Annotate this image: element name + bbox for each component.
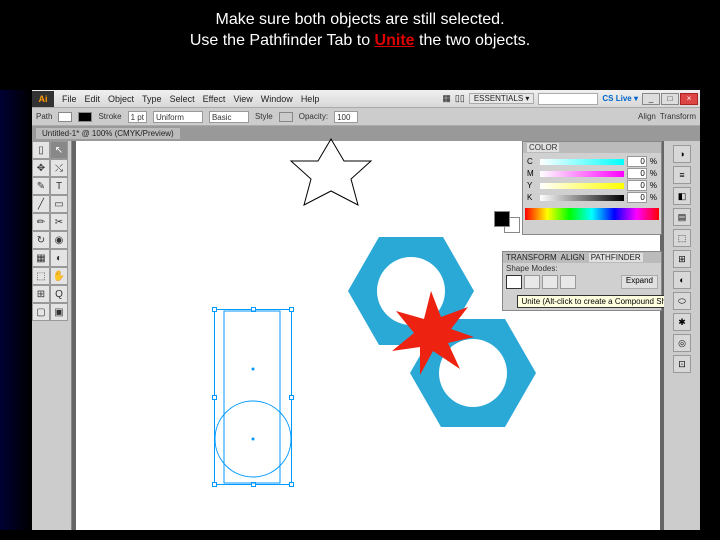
channel-value-Y[interactable]: 0 bbox=[627, 180, 647, 191]
channel-label-C: C bbox=[527, 157, 537, 166]
close-button[interactable]: × bbox=[680, 93, 698, 105]
expand-button[interactable]: Expand bbox=[621, 275, 658, 289]
brush-field[interactable]: Basic bbox=[209, 111, 249, 123]
slider-Y[interactable] bbox=[540, 183, 624, 189]
menu-file[interactable]: File bbox=[62, 94, 77, 104]
tool-15[interactable]: ✋ bbox=[50, 267, 68, 285]
dock-icon-6[interactable]: ◐ bbox=[673, 271, 691, 289]
dock-icon-8[interactable]: ✱ bbox=[673, 313, 691, 331]
dock-icon-3[interactable]: ▤ bbox=[673, 208, 691, 226]
channel-label-K: K bbox=[527, 193, 537, 202]
tool-10[interactable]: ↻ bbox=[32, 231, 50, 249]
document-tab[interactable]: Untitled-1* @ 100% (CMYK/Preview) bbox=[36, 128, 180, 139]
workspace-switcher[interactable]: ESSENTIALS ▾ bbox=[469, 93, 535, 104]
minus-front-button[interactable] bbox=[524, 275, 540, 289]
tool-13[interactable]: ◐ bbox=[50, 249, 68, 267]
control-bar: Path Stroke 1 pt Uniform Basic Style Opa… bbox=[32, 108, 700, 126]
tool-16[interactable]: ⊞ bbox=[32, 285, 50, 303]
channel-value-C[interactable]: 0 bbox=[627, 156, 647, 167]
menu-bar: File Edit Object Type Select Effect View Window… bbox=[58, 94, 319, 104]
tool-18[interactable]: ▢ bbox=[32, 303, 50, 321]
stroke-profile-field[interactable]: Uniform bbox=[153, 111, 203, 123]
tool-2[interactable]: ✥ bbox=[32, 159, 50, 177]
tool-17[interactable]: Q bbox=[50, 285, 68, 303]
tool-0[interactable]: ▯ bbox=[32, 141, 50, 159]
intersect-button[interactable] bbox=[542, 275, 558, 289]
channel-value-M[interactable]: 0 bbox=[627, 168, 647, 179]
star-outline-shape bbox=[276, 137, 386, 207]
channel-label-Y: Y bbox=[527, 181, 537, 190]
minimize-button[interactable]: _ bbox=[642, 93, 660, 105]
search-input[interactable] bbox=[538, 93, 598, 105]
fill-swatch[interactable] bbox=[58, 112, 72, 122]
menu-help[interactable]: Help bbox=[301, 94, 320, 104]
bridge-icon[interactable]: ▦ bbox=[442, 93, 451, 104]
cs-live-button[interactable]: CS Live ▾ bbox=[602, 94, 638, 103]
dock-icon-5[interactable]: ⊞ bbox=[673, 250, 691, 268]
tool-3[interactable]: ⤯ bbox=[50, 159, 68, 177]
style-label: Style bbox=[255, 112, 273, 121]
slider-K[interactable] bbox=[540, 195, 624, 201]
transform-link[interactable]: Transform bbox=[660, 112, 696, 121]
tool-6[interactable]: ╱ bbox=[32, 195, 50, 213]
right-dock: ◑ ≡ ◧ ▤ ⬚ ⊞ ◐ ⬭ ✱ ◎ ⊡ bbox=[664, 141, 700, 530]
opacity-label: Opacity: bbox=[299, 112, 328, 121]
channel-label-M: M bbox=[527, 169, 537, 178]
slider-M[interactable] bbox=[540, 171, 624, 177]
illustrator-window: Ai File Edit Object Type Select Effect View Win… bbox=[32, 90, 700, 530]
align-tab[interactable]: ALIGN bbox=[561, 253, 585, 262]
stroke-label: Stroke bbox=[98, 112, 121, 121]
menu-edit[interactable]: Edit bbox=[85, 94, 101, 104]
tool-1[interactable]: ↖ bbox=[50, 141, 68, 159]
tool-9[interactable]: ✂ bbox=[50, 213, 68, 231]
selected-rectangle-path bbox=[214, 309, 292, 485]
dock-icon-4[interactable]: ⬚ bbox=[673, 229, 691, 247]
tool-4[interactable]: ✎ bbox=[32, 177, 50, 195]
color-panel[interactable]: COLOR C0%M0%Y0%K0% bbox=[522, 141, 662, 235]
tool-11[interactable]: ◉ bbox=[50, 231, 68, 249]
arrange-icon[interactable]: ▯▯ bbox=[455, 93, 465, 104]
menu-window[interactable]: Window bbox=[261, 94, 293, 104]
fill-proxy[interactable] bbox=[494, 211, 510, 227]
shape-modes-label: Shape Modes: bbox=[503, 263, 661, 274]
spectrum-bar[interactable] bbox=[525, 208, 659, 220]
stroke-swatch[interactable] bbox=[78, 112, 92, 122]
tool-7[interactable]: ▭ bbox=[50, 195, 68, 213]
opacity-field[interactable]: 100 bbox=[334, 111, 358, 123]
fill-stroke-proxy[interactable] bbox=[494, 211, 520, 233]
tool-panel: ▯↖✥⤯✎T╱▭✏✂↻◉▦◐⬚✋⊞Q▢▣ bbox=[32, 141, 72, 530]
dock-icon-2[interactable]: ◧ bbox=[673, 187, 691, 205]
align-link[interactable]: Align bbox=[638, 112, 656, 121]
color-panel-tab[interactable]: COLOR bbox=[527, 143, 559, 152]
menu-view[interactable]: View bbox=[233, 94, 252, 104]
dock-icon-7[interactable]: ⬭ bbox=[673, 292, 691, 310]
dock-icon-0[interactable]: ◑ bbox=[673, 145, 691, 163]
tool-14[interactable]: ⬚ bbox=[32, 267, 50, 285]
menu-select[interactable]: Select bbox=[170, 94, 195, 104]
stroke-weight-field[interactable]: 1 pt bbox=[128, 111, 147, 123]
menu-effect[interactable]: Effect bbox=[203, 94, 226, 104]
transform-tab[interactable]: TRANSFORM bbox=[506, 253, 557, 262]
dock-icon-10[interactable]: ⊡ bbox=[673, 355, 691, 373]
dock-icon-9[interactable]: ◎ bbox=[673, 334, 691, 352]
tool-8[interactable]: ✏ bbox=[32, 213, 50, 231]
tool-5[interactable]: T bbox=[50, 177, 68, 195]
unite-button[interactable] bbox=[506, 275, 522, 289]
menu-type[interactable]: Type bbox=[142, 94, 162, 104]
selection-type-label: Path bbox=[36, 112, 52, 121]
slider-C[interactable] bbox=[540, 159, 624, 165]
dock-icon-1[interactable]: ≡ bbox=[673, 166, 691, 184]
exclude-button[interactable] bbox=[560, 275, 576, 289]
tool-19[interactable]: ▣ bbox=[50, 303, 68, 321]
channel-value-K[interactable]: 0 bbox=[627, 192, 647, 203]
style-swatch[interactable] bbox=[279, 112, 293, 122]
instruction-text: Make sure both objects are still selecte… bbox=[0, 0, 720, 58]
title-bar: Ai File Edit Object Type Select Effect View Win… bbox=[32, 90, 700, 108]
tool-12[interactable]: ▦ bbox=[32, 249, 50, 267]
app-logo-icon: Ai bbox=[32, 91, 54, 107]
pathfinder-tab[interactable]: PATHFINDER bbox=[589, 253, 643, 262]
red-starburst-shape bbox=[386, 289, 476, 379]
menu-object[interactable]: Object bbox=[108, 94, 134, 104]
maximize-button[interactable]: □ bbox=[661, 93, 679, 105]
